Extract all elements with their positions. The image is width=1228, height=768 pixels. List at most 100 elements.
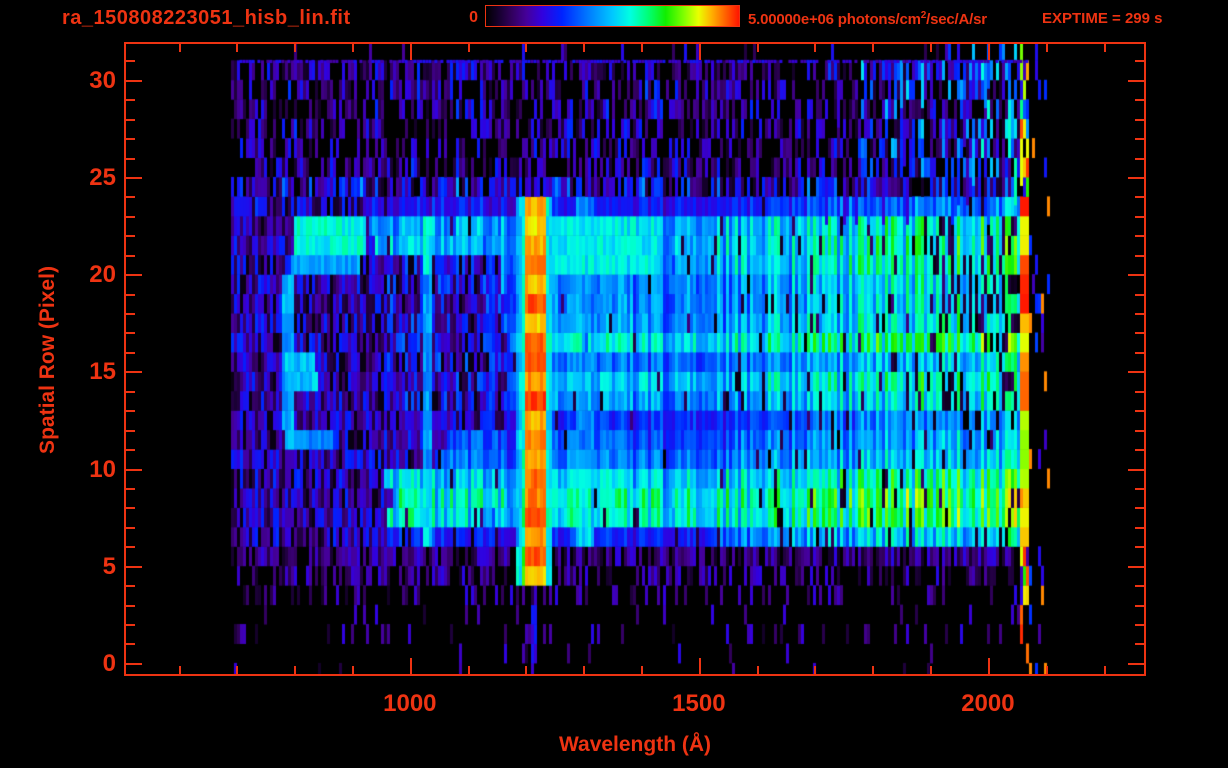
x-minor-tick	[930, 44, 932, 52]
y-major-tick	[126, 566, 142, 568]
y-tick-label: 5	[102, 552, 116, 580]
y-tick-label: 0	[102, 649, 116, 677]
y-minor-tick	[1135, 585, 1144, 587]
x-major-tick	[699, 658, 701, 674]
y-major-tick	[126, 274, 142, 276]
x-minor-tick	[641, 44, 643, 52]
y-minor-tick	[126, 488, 135, 490]
y-minor-tick	[1135, 605, 1144, 607]
y-minor-tick	[1135, 527, 1144, 529]
y-minor-tick	[126, 138, 135, 140]
y-minor-tick	[1135, 60, 1144, 62]
y-major-tick	[1128, 274, 1144, 276]
y-major-tick	[1128, 371, 1144, 373]
y-minor-tick	[1135, 449, 1144, 451]
y-minor-tick	[1135, 294, 1144, 296]
y-minor-tick	[126, 624, 135, 626]
y-axis-title: Spatial Row (Pixel)	[36, 266, 59, 454]
y-tick-label: 25	[89, 163, 116, 191]
plot-area	[126, 44, 1144, 674]
x-minor-tick	[352, 44, 354, 52]
y-minor-tick	[1135, 138, 1144, 140]
x-minor-tick	[814, 666, 816, 674]
x-minor-tick	[757, 666, 759, 674]
y-minor-tick	[1135, 196, 1144, 198]
y-major-tick	[126, 80, 142, 82]
y-minor-tick	[126, 216, 135, 218]
x-minor-tick	[294, 666, 296, 674]
x-minor-tick	[1046, 44, 1048, 52]
y-minor-tick	[1135, 488, 1144, 490]
y-minor-tick	[126, 60, 135, 62]
y-minor-tick	[126, 507, 135, 509]
y-minor-tick	[126, 294, 135, 296]
y-minor-tick	[126, 352, 135, 354]
y-minor-tick	[1135, 410, 1144, 412]
y-minor-tick	[1135, 235, 1144, 237]
colorbar-max-text: 5.00000e+06 photons/cm	[748, 11, 921, 28]
y-major-tick	[126, 469, 142, 471]
y-minor-tick	[1135, 391, 1144, 393]
y-minor-tick	[126, 527, 135, 529]
y-minor-tick	[126, 332, 135, 334]
y-minor-tick	[1135, 430, 1144, 432]
y-major-tick	[1128, 469, 1144, 471]
y-minor-tick	[1135, 624, 1144, 626]
y-minor-tick	[1135, 313, 1144, 315]
exptime-label: EXPTIME = 299 s	[1042, 10, 1163, 27]
y-minor-tick	[126, 235, 135, 237]
x-tick-label: 1000	[383, 690, 437, 717]
x-minor-tick	[352, 666, 354, 674]
x-major-tick	[988, 44, 990, 60]
x-minor-tick	[1104, 666, 1106, 674]
x-minor-tick	[872, 44, 874, 52]
x-minor-tick	[1104, 44, 1106, 52]
y-major-tick	[1128, 663, 1144, 665]
y-major-tick	[126, 177, 142, 179]
y-minor-tick	[1135, 546, 1144, 548]
x-minor-tick	[236, 44, 238, 52]
x-minor-tick	[757, 44, 759, 52]
y-major-tick	[1128, 177, 1144, 179]
y-minor-tick	[1135, 332, 1144, 334]
x-minor-tick	[1046, 666, 1048, 674]
y-minor-tick	[126, 546, 135, 548]
y-major-tick	[126, 663, 142, 665]
colorbar	[485, 5, 740, 27]
y-minor-tick	[126, 585, 135, 587]
x-minor-tick	[179, 666, 181, 674]
y-minor-tick	[126, 313, 135, 315]
y-major-tick	[126, 371, 142, 373]
y-major-tick	[1128, 566, 1144, 568]
y-minor-tick	[126, 449, 135, 451]
colorbar-max-label: 5.00000e+06 photons/cm2/sec/A/sr	[748, 10, 987, 28]
x-minor-tick	[583, 44, 585, 52]
colorbar-max-units: /sec/A/sr	[926, 11, 987, 28]
y-tick-label: 30	[89, 66, 116, 94]
y-minor-tick	[126, 99, 135, 101]
y-minor-tick	[126, 119, 135, 121]
x-minor-tick	[930, 666, 932, 674]
y-minor-tick	[1135, 158, 1144, 160]
y-minor-tick	[126, 158, 135, 160]
x-major-tick	[988, 658, 990, 674]
y-minor-tick	[126, 643, 135, 645]
x-minor-tick	[525, 44, 527, 52]
x-minor-tick	[179, 44, 181, 52]
x-minor-tick	[525, 666, 527, 674]
x-minor-tick	[641, 666, 643, 674]
y-minor-tick	[126, 391, 135, 393]
x-minor-tick	[468, 44, 470, 52]
plot-window: ra_150808223051_hisb_lin.fit 0 5.00000e+…	[0, 0, 1228, 768]
y-minor-tick	[1135, 99, 1144, 101]
y-minor-tick	[1135, 216, 1144, 218]
x-minor-tick	[468, 666, 470, 674]
x-major-tick	[699, 44, 701, 60]
x-major-tick	[410, 44, 412, 60]
y-minor-tick	[126, 430, 135, 432]
y-minor-tick	[1135, 352, 1144, 354]
x-major-tick	[410, 658, 412, 674]
x-minor-tick	[814, 44, 816, 52]
y-minor-tick	[126, 410, 135, 412]
x-axis-title: Wavelength (Å)	[558, 733, 712, 756]
